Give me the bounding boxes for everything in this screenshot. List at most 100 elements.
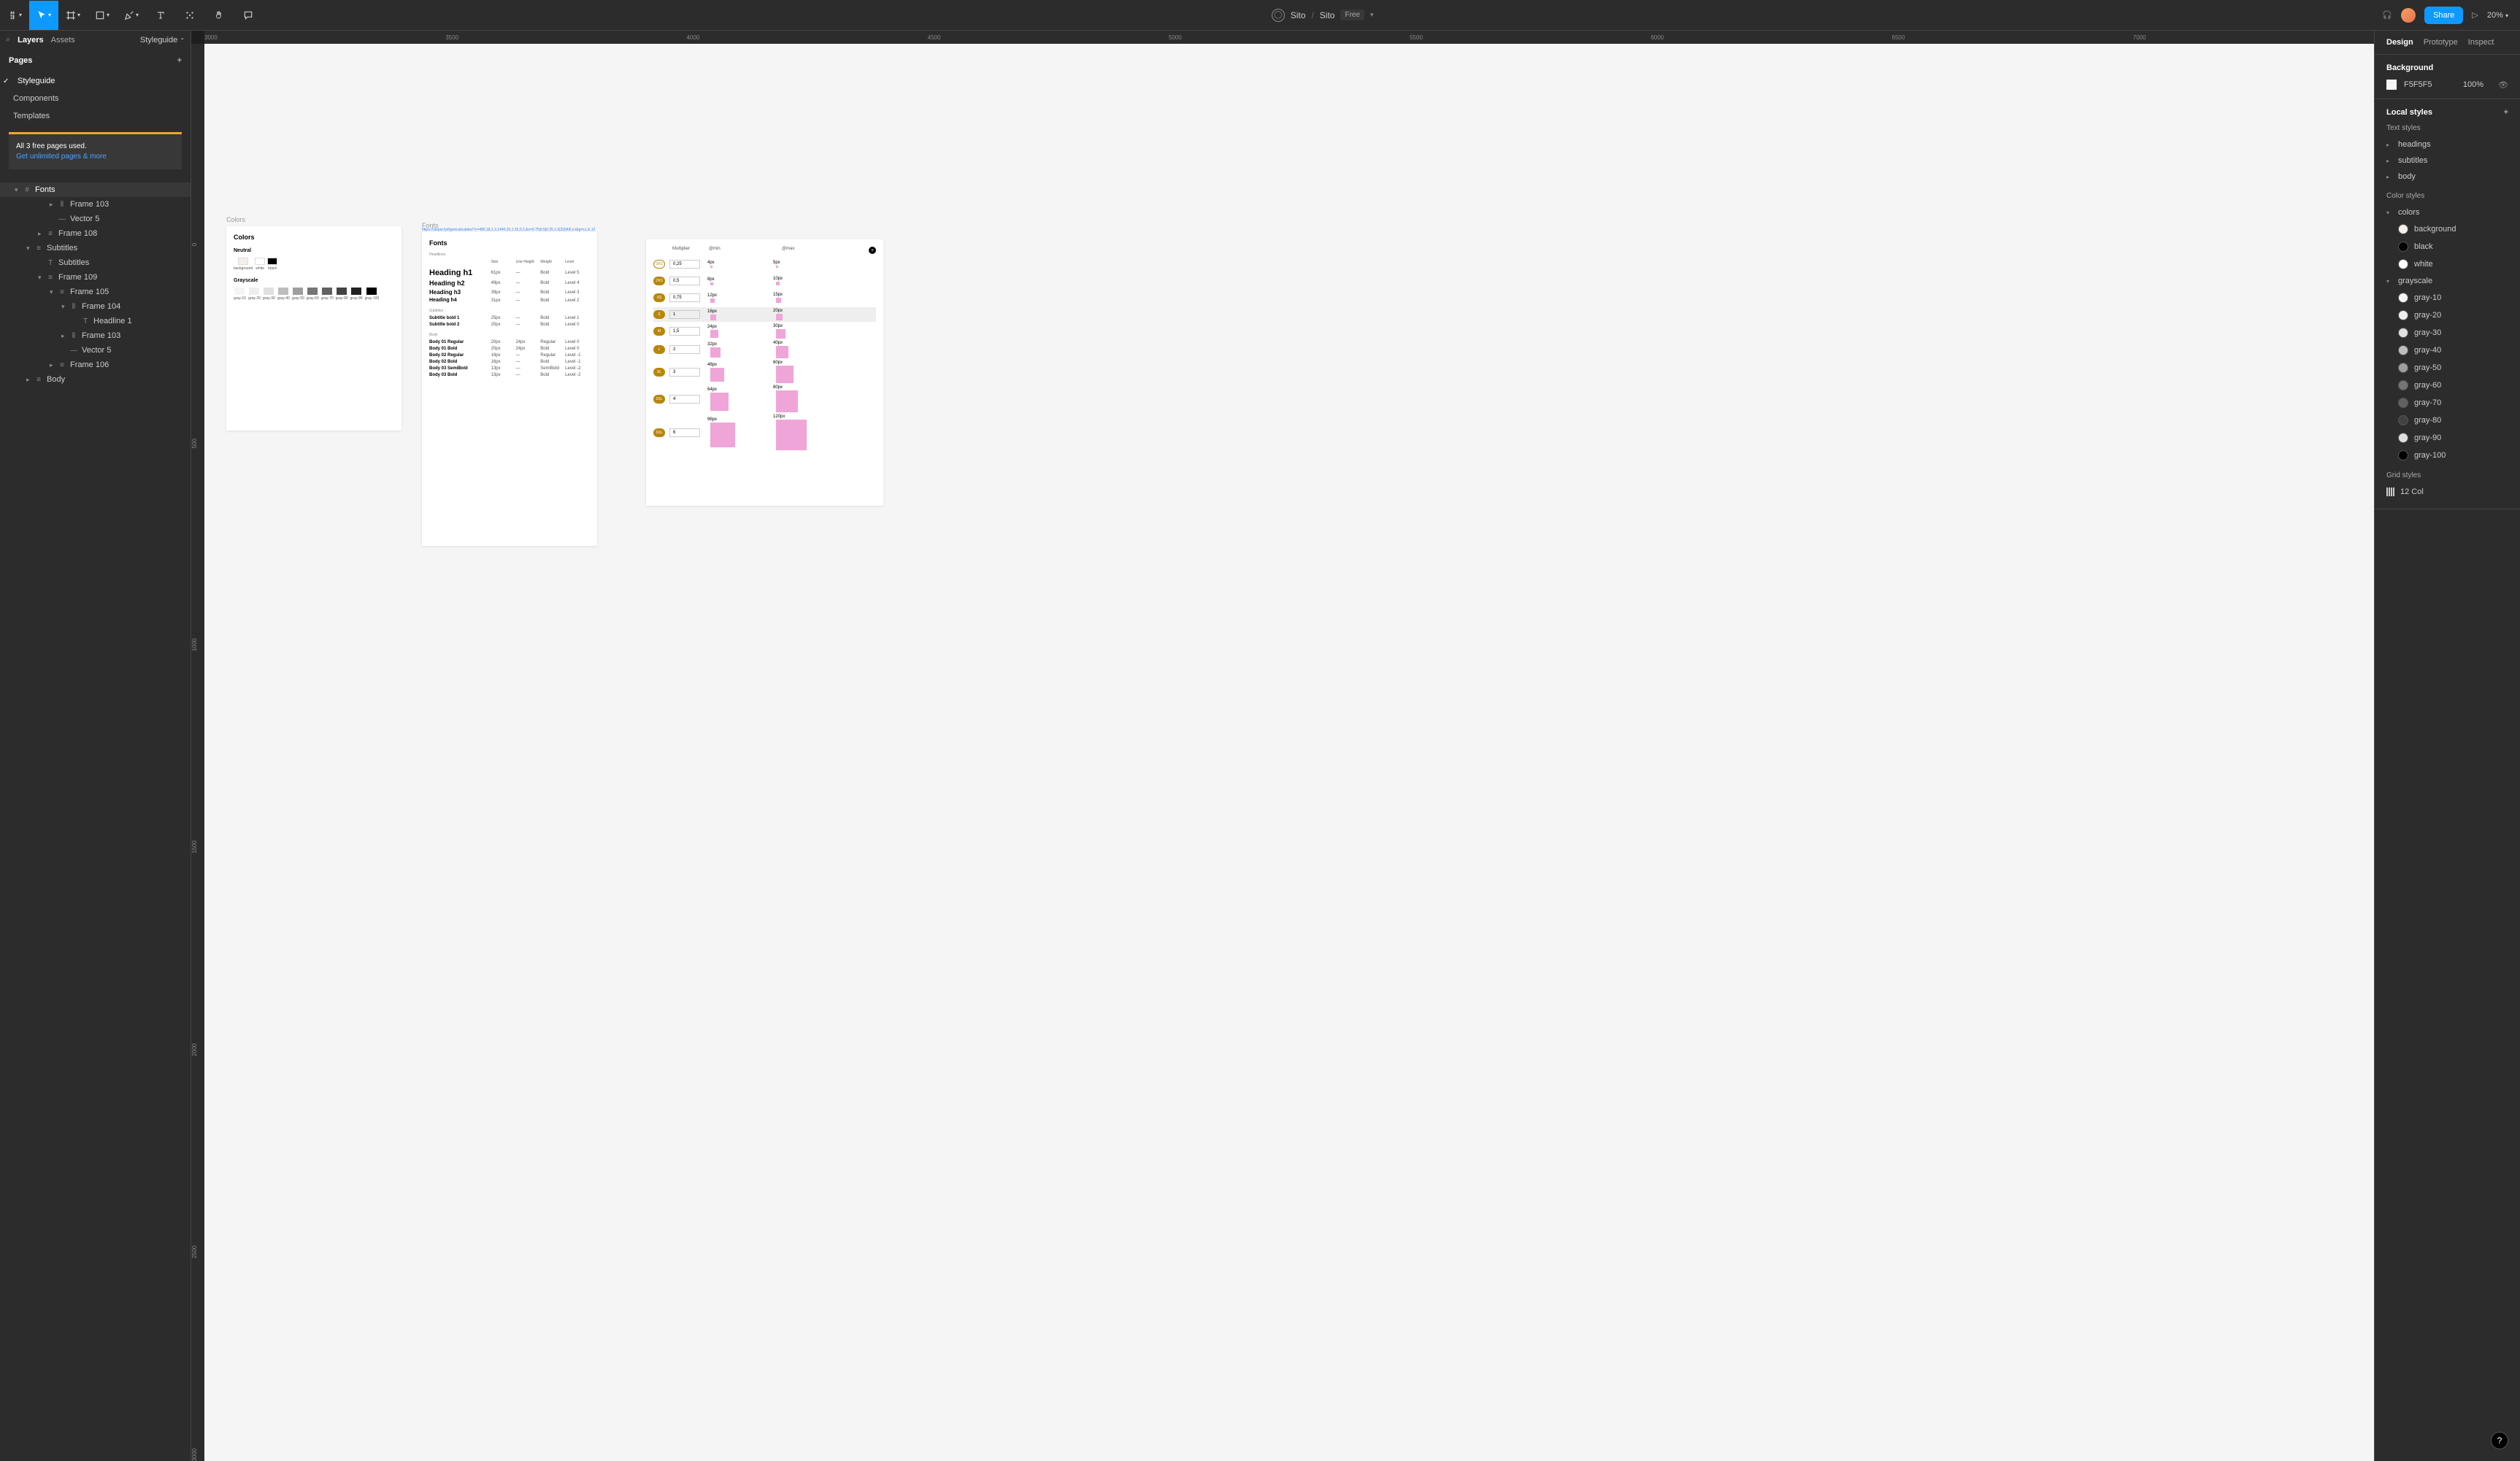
color-style-item[interactable]: gray-50 xyxy=(2386,359,2508,377)
layer-row[interactable]: ▾≡Subtitles xyxy=(0,241,191,255)
color-swatch[interactable]: gray-90 xyxy=(350,288,363,301)
page-item[interactable]: Styleguide xyxy=(0,72,191,90)
color-swatch[interactable]: gray-100 xyxy=(365,288,380,301)
layer-row[interactable]: THeadline 1 xyxy=(0,314,191,328)
scale-row[interactable]: XS0,75 12px 15px xyxy=(653,290,876,305)
search-icon[interactable]: ⌕ xyxy=(6,35,10,45)
layer-row[interactable]: ▾⦀Frame 104 xyxy=(0,299,191,314)
layer-row[interactable]: ▸⦀Frame 103 xyxy=(0,197,191,212)
hand-tool[interactable] xyxy=(204,1,234,30)
color-style-item[interactable]: white xyxy=(2386,255,2508,273)
page-selector[interactable]: Styleguide ⌃ xyxy=(140,36,185,45)
color-swatch[interactable]: gray-70 xyxy=(321,288,334,301)
color-style-item[interactable]: gray-70 xyxy=(2386,394,2508,412)
color-style-item[interactable]: gray-10 xyxy=(2386,289,2508,307)
color-swatch[interactable]: white xyxy=(255,258,265,271)
scale-row[interactable]: S1 16px 20px xyxy=(653,307,876,322)
upgrade-link[interactable]: Get unlimited pages & more xyxy=(16,153,107,161)
text-style-group[interactable]: ▸subtitles xyxy=(2386,153,2508,169)
canvas-area[interactable]: 300035004000450050005500600065007000 050… xyxy=(191,31,2374,1461)
bg-swatch[interactable] xyxy=(2386,80,2397,90)
color-style-item[interactable]: black xyxy=(2386,238,2508,255)
scale-row[interactable]: XL3 48px 60px xyxy=(653,361,876,383)
scale-row[interactable]: 2XS0,5 8px 10px xyxy=(653,274,876,288)
canvas[interactable]: Colors Colors Neutral backgroundwhitebla… xyxy=(204,44,2374,1461)
frame-fonts[interactable]: Fonts Fonts Headlines SizeLine HeightWei… xyxy=(422,232,597,546)
layer-row[interactable]: —Vector 5 xyxy=(0,212,191,226)
share-button[interactable]: Share xyxy=(2424,7,2463,24)
project-name[interactable]: Sito xyxy=(1291,10,1306,20)
color-style-item[interactable]: gray-40 xyxy=(2386,342,2508,359)
design-tab[interactable]: Inspect xyxy=(2468,38,2494,47)
grid-style-item[interactable]: 12 Col xyxy=(2386,484,2508,500)
color-style-item[interactable]: gray-20 xyxy=(2386,307,2508,324)
present-icon[interactable]: ▷ xyxy=(2472,10,2478,20)
plan-badge[interactable]: Free xyxy=(1340,9,1364,20)
text-style-group[interactable]: ▸headings xyxy=(2386,136,2508,153)
color-style-group[interactable]: ▾grayscale xyxy=(2386,273,2508,289)
design-tab[interactable]: Design xyxy=(2386,38,2413,47)
file-name[interactable]: Sito xyxy=(1320,10,1335,20)
main-menu-button[interactable]: ▾ xyxy=(0,1,29,30)
color-swatch[interactable]: gray-60 xyxy=(307,288,319,301)
comment-tool[interactable] xyxy=(234,1,263,30)
color-style-item[interactable]: gray-90 xyxy=(2386,429,2508,447)
color-swatch[interactable]: gray-30 xyxy=(263,288,275,301)
layer-row[interactable]: ▸≡Frame 108 xyxy=(0,226,191,241)
page-item[interactable]: Templates xyxy=(0,107,191,125)
color-swatch[interactable]: gray-40 xyxy=(277,288,290,301)
team-avatar-icon[interactable]: ◯ xyxy=(1272,9,1285,22)
file-menu-chevron-icon[interactable]: ▾ xyxy=(1370,11,1374,19)
resources-tool[interactable] xyxy=(175,1,204,30)
zoom-level[interactable]: 20% ▾ xyxy=(2487,11,2508,20)
layer-row[interactable]: ▸≡Body xyxy=(0,372,191,387)
fonts-sec-subtitles: Subtitles xyxy=(429,309,590,313)
visibility-icon[interactable]: 👁 xyxy=(2498,80,2508,90)
frame-colors[interactable]: Colors Colors Neutral backgroundwhitebla… xyxy=(226,226,402,431)
user-avatar[interactable] xyxy=(2401,8,2416,23)
layer-row[interactable]: —Vector 5 xyxy=(0,343,191,358)
frame-tool[interactable]: ▾ xyxy=(58,1,88,30)
help-button[interactable]: ? xyxy=(2491,1432,2508,1449)
text-style-group[interactable]: ▸body xyxy=(2386,169,2508,185)
add-style-icon[interactable]: + xyxy=(2504,108,2508,117)
move-tool[interactable]: ▾ xyxy=(29,1,58,30)
color-swatch[interactable]: background xyxy=(234,258,253,271)
color-style-item[interactable]: gray-100 xyxy=(2386,447,2508,464)
add-page-icon[interactable]: + xyxy=(177,56,182,65)
color-swatch[interactable]: black xyxy=(267,258,277,271)
page-item[interactable]: Components xyxy=(0,90,191,107)
scale-row[interactable]: 2XL4 64px 80px xyxy=(653,385,876,412)
color-swatch[interactable]: gray-10 xyxy=(234,288,246,301)
bg-color-value[interactable]: F5F5F5 xyxy=(2404,80,2432,89)
color-style-item[interactable]: gray-60 xyxy=(2386,377,2508,394)
layer-row[interactable]: ▾#Fonts xyxy=(0,182,191,197)
scale-row[interactable]: M1,5 24px 30px xyxy=(653,324,876,339)
color-swatch[interactable]: gray-20 xyxy=(248,288,261,301)
layers-tab[interactable]: Layers xyxy=(18,36,43,45)
scale-row[interactable]: 3XL6 96px 120px xyxy=(653,415,876,450)
assets-tab[interactable]: Assets xyxy=(51,36,75,45)
scale-row[interactable]: L2 32px 40px xyxy=(653,341,876,358)
text-tool[interactable] xyxy=(146,1,175,30)
color-style-group[interactable]: ▾colors xyxy=(2386,204,2508,220)
layer-row[interactable]: ▾≡Frame 105 xyxy=(0,285,191,299)
pen-tool[interactable]: ▾ xyxy=(117,1,146,30)
font-row: Heading h339px—BoldLevel 3 xyxy=(429,289,590,296)
color-style-item[interactable]: background xyxy=(2386,220,2508,238)
color-style-item[interactable]: gray-30 xyxy=(2386,324,2508,342)
color-style-item[interactable]: gray-80 xyxy=(2386,412,2508,429)
layer-row[interactable]: TSubtitles xyxy=(0,255,191,270)
bg-opacity-value[interactable]: 100% xyxy=(2463,80,2483,89)
scale-row[interactable]: 3XS0,25 4px 5px xyxy=(653,257,876,271)
layer-row[interactable]: ▸≡Frame 106 xyxy=(0,358,191,372)
color-swatch[interactable]: gray-50 xyxy=(292,288,304,301)
design-tab[interactable]: Prototype xyxy=(2424,38,2458,47)
frame-scale[interactable]: + Multiplier@min@max 3XS0,25 4px 5px2XS0… xyxy=(646,239,883,506)
audio-icon[interactable]: 🎧 xyxy=(2382,10,2392,20)
layer-row[interactable]: ▾≡Frame 109 xyxy=(0,270,191,285)
shape-tool[interactable]: ▾ xyxy=(88,1,117,30)
scale-add-icon[interactable]: + xyxy=(869,247,876,254)
color-swatch[interactable]: gray-80 xyxy=(336,288,348,301)
layer-row[interactable]: ▸⦀Frame 103 xyxy=(0,328,191,343)
